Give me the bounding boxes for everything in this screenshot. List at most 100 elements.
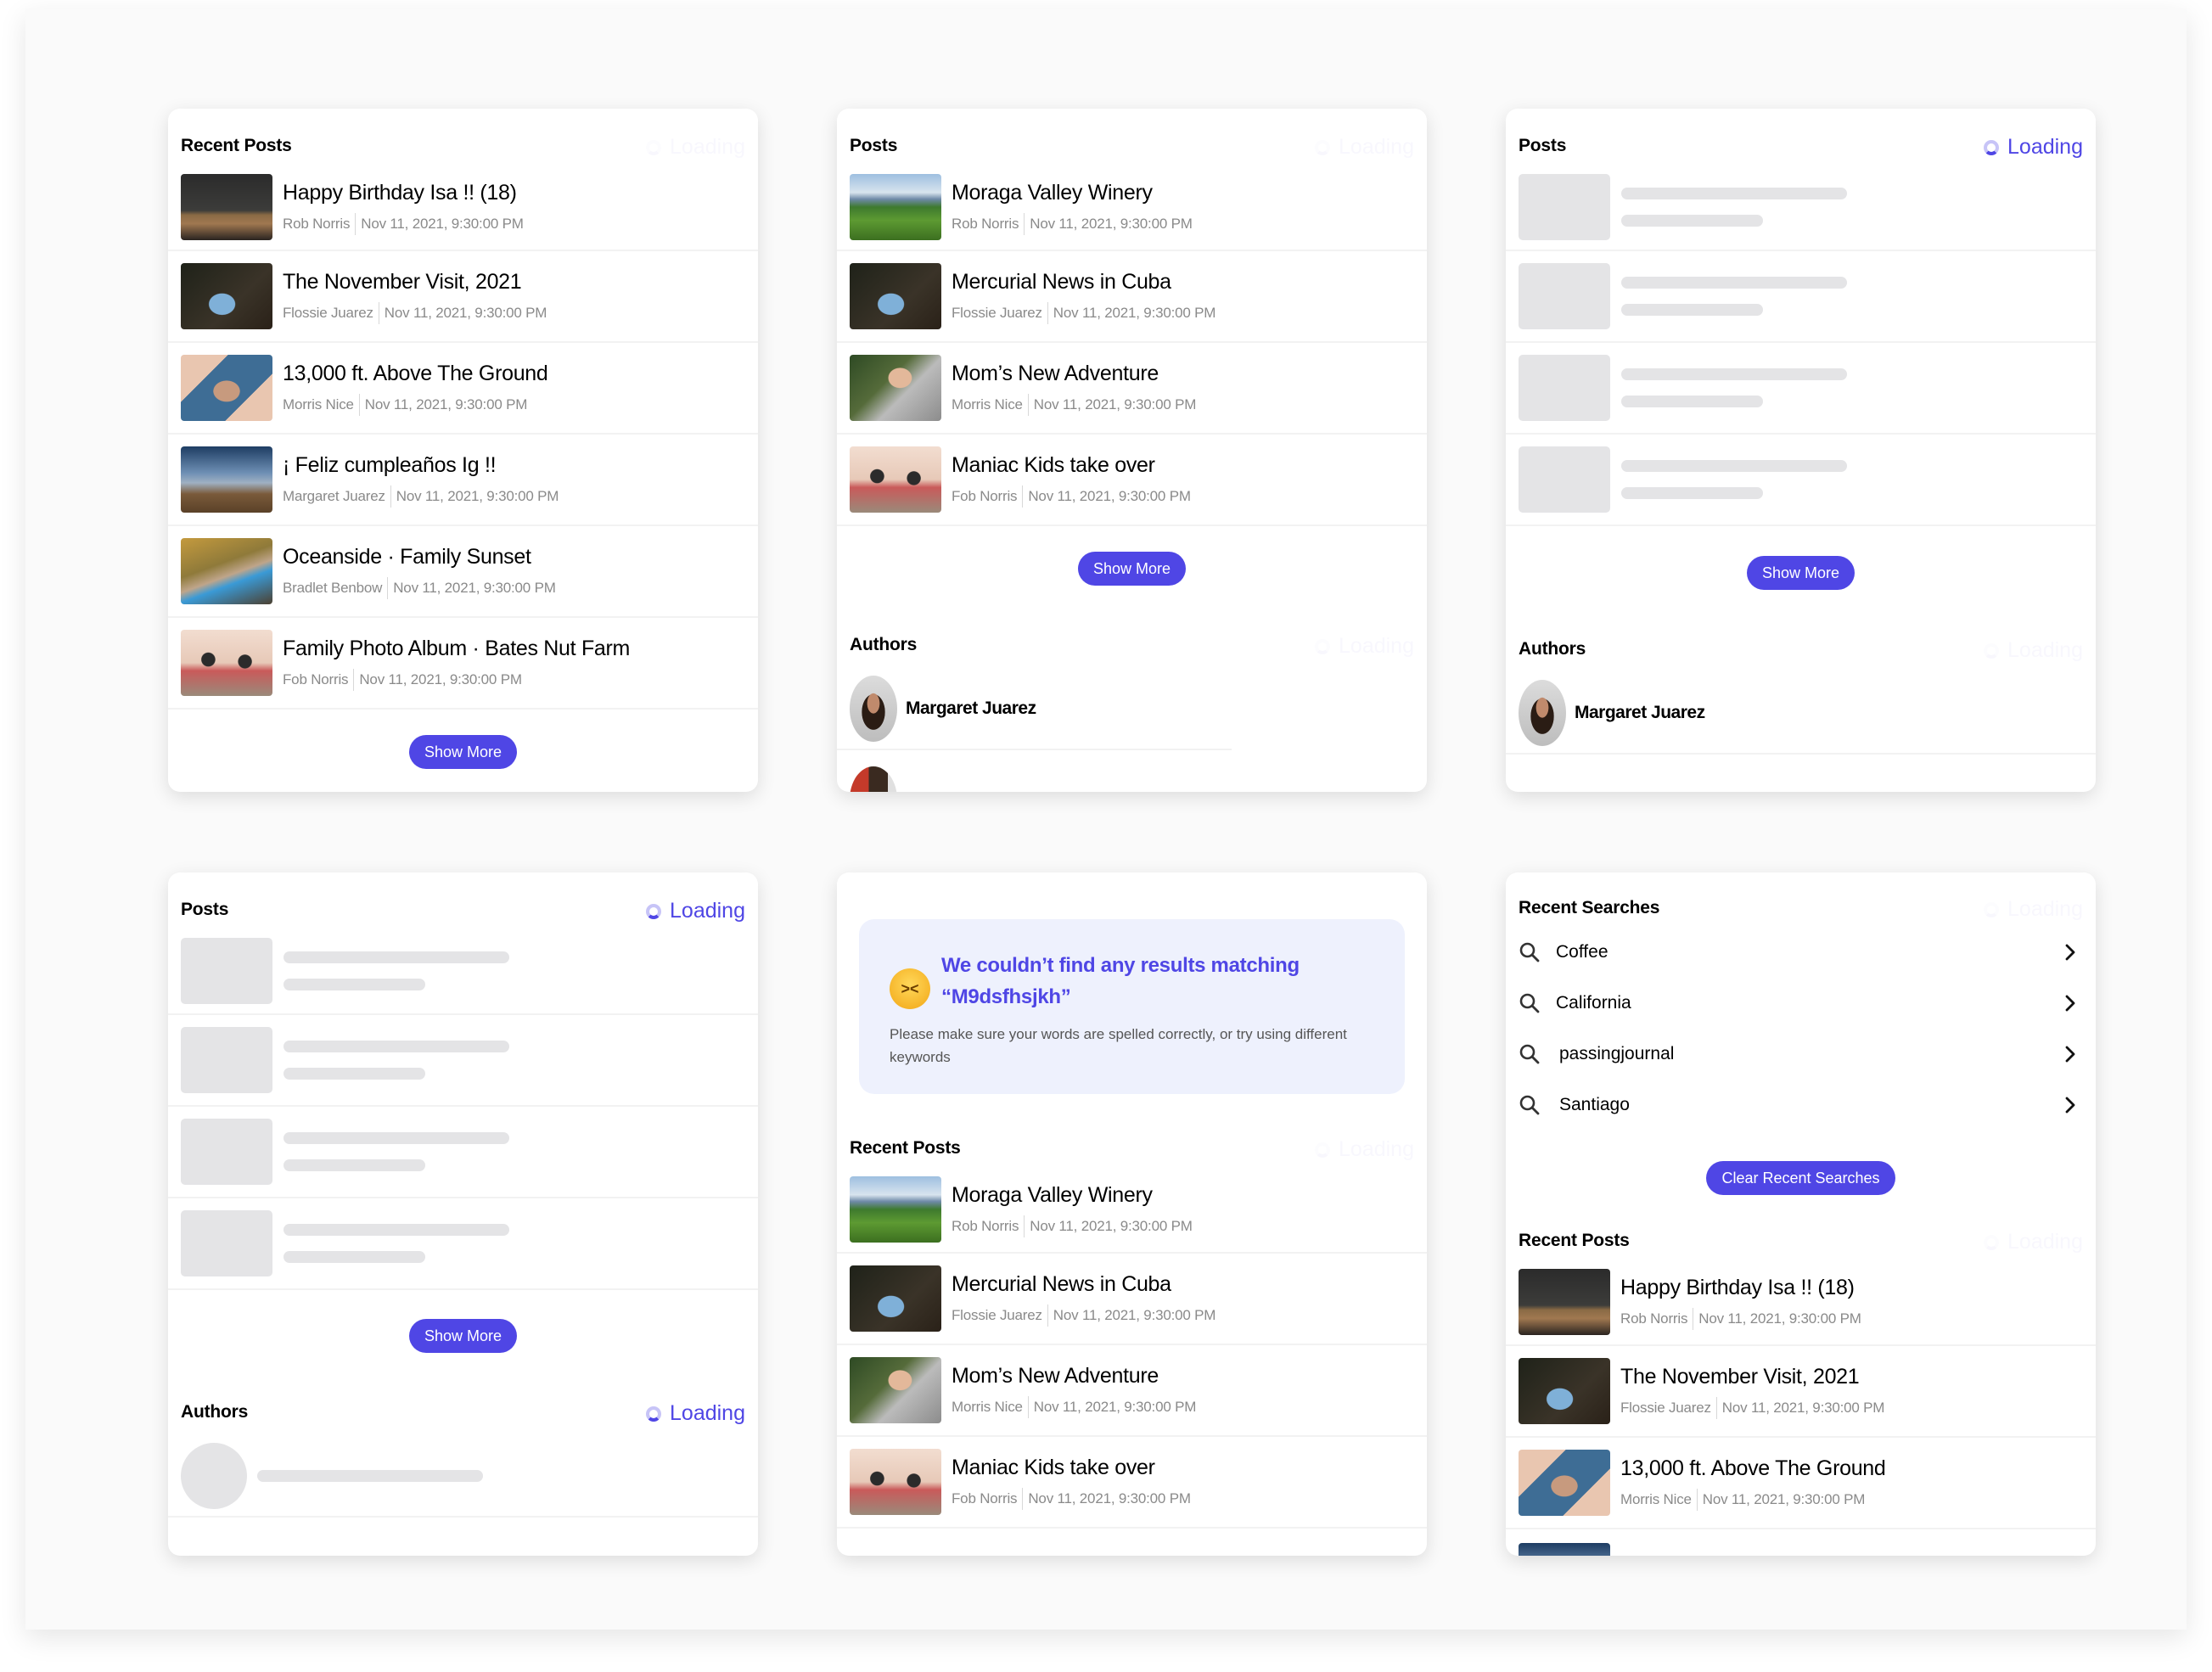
section-header: Recent Searches Loading bbox=[1506, 872, 2096, 927]
post-item[interactable]: Mercurial News in Cuba Flossie Juarez Nov … bbox=[837, 251, 1427, 343]
clear-recent-searches-button[interactable]: Clear Recent Searches bbox=[1706, 1161, 1895, 1195]
recent-search-item[interactable]: passingjournal bbox=[1506, 1029, 2096, 1080]
recent-posts-card: Recent Posts Loading Happy Birthday Isa … bbox=[168, 109, 758, 792]
loading-indicator: Loading bbox=[1315, 135, 1414, 165]
post-item[interactable]: Mom’s New Adventure Morris Nice Nov 11, 20… bbox=[837, 343, 1427, 435]
post-author: Rob Norris bbox=[952, 1217, 1019, 1234]
post-title: Mom’s New Adventure bbox=[952, 1363, 1159, 1388]
search-icon bbox=[1519, 942, 1540, 962]
author-item[interactable]: Margaret Juarez bbox=[837, 669, 1232, 750]
section-title: Authors bbox=[850, 635, 918, 654]
skeleton-row bbox=[1506, 435, 2096, 526]
post-item[interactable]: Mom’s New Adventure Morris Nice Nov 11, 20… bbox=[837, 1345, 1427, 1437]
author-item[interactable]: Margaret Juarez bbox=[1506, 673, 2096, 755]
post-date: Nov 11, 2021, 9:30:00 PM bbox=[1053, 1306, 1216, 1323]
loading-indicator: Loading bbox=[1984, 897, 2083, 927]
post-item[interactable]: The November Visit, 2021 Flossie Juarez No… bbox=[168, 251, 758, 343]
post-author: Morris Nice bbox=[283, 396, 354, 412]
post-title: Happy Birthday Isa !! (18) bbox=[283, 180, 517, 205]
recent-search-item[interactable]: Santiago bbox=[1506, 1080, 2096, 1131]
divider bbox=[1027, 1395, 1029, 1418]
post-date: Nov 11, 2021, 9:30:00 PM bbox=[364, 396, 528, 412]
post-date: Nov 11, 2021, 9:30:00 PM bbox=[1053, 304, 1216, 321]
post-date: Nov 11, 2021, 9:30:00 PM bbox=[396, 487, 559, 504]
posts-loading-card: Posts Loading Show More Authors Loading … bbox=[1506, 109, 2096, 792]
loading-indicator: Loading bbox=[1315, 1137, 1414, 1167]
post-item[interactable]: Moraga Valley Winery Rob Norris Nov 11, 20… bbox=[837, 165, 1427, 251]
post-thumbnail bbox=[850, 1265, 941, 1332]
section-header: Recent Posts Loading bbox=[168, 109, 758, 165]
post-thumbnail bbox=[850, 1357, 941, 1423]
post-item[interactable]: Mercurial News in Cuba Flossie Juarez Nov … bbox=[837, 1254, 1427, 1345]
chevron-right-icon bbox=[2065, 944, 2075, 961]
post-item[interactable]: Happy Birthday Isa !! (18) Rob Norris Nov … bbox=[1506, 1260, 2096, 1346]
search-icon bbox=[1519, 993, 1540, 1013]
loading-indicator: Loading bbox=[1984, 638, 2083, 668]
divider bbox=[1696, 1488, 1698, 1511]
loading-indicator: Loading bbox=[1984, 135, 2083, 165]
post-date: Nov 11, 2021, 9:30:00 PM bbox=[393, 579, 556, 596]
post-date: Nov 11, 2021, 9:30:00 PM bbox=[1721, 1399, 1885, 1416]
show-more-button[interactable]: Show More bbox=[408, 1319, 518, 1353]
post-title: Moraga Valley Winery bbox=[952, 1182, 1153, 1207]
avatar bbox=[850, 676, 897, 742]
divider bbox=[1027, 393, 1029, 416]
author-item[interactable] bbox=[837, 759, 1427, 792]
divider bbox=[390, 485, 391, 508]
post-item[interactable] bbox=[1506, 1529, 2096, 1556]
post-thumbnail bbox=[850, 1449, 941, 1515]
show-more-button[interactable]: Show More bbox=[1077, 552, 1187, 586]
post-thumbnail bbox=[850, 446, 941, 513]
section-header: Authors Loading bbox=[168, 1353, 758, 1431]
skeleton-avatar bbox=[181, 1443, 247, 1509]
post-item[interactable]: ¡ Feliz cumpleaños Ig !! Margaret Juarez N… bbox=[168, 435, 758, 526]
post-thumbnail bbox=[181, 446, 272, 513]
post-item[interactable]: Family Photo Album · Bates Nut Farm Fob N… bbox=[168, 618, 758, 710]
post-title: 13,000 ft. Above The Ground bbox=[1620, 1456, 1886, 1480]
post-date: Nov 11, 2021, 9:30:00 PM bbox=[359, 670, 522, 687]
show-more-button[interactable]: Show More bbox=[1746, 556, 1855, 590]
show-more-button[interactable]: Show More bbox=[408, 735, 518, 769]
post-author: Flossie Juarez bbox=[952, 1306, 1042, 1323]
post-thumbnail bbox=[181, 630, 272, 696]
recent-search-item[interactable]: California bbox=[1506, 978, 2096, 1029]
post-date: Nov 11, 2021, 9:30:00 PM bbox=[1030, 1217, 1193, 1234]
skeleton-line bbox=[1621, 188, 1847, 199]
loading-indicator: Loading bbox=[646, 899, 745, 929]
spinner-icon bbox=[1315, 639, 1330, 654]
section-title: Posts bbox=[1519, 136, 1567, 155]
search-term: California bbox=[1556, 993, 1631, 1013]
post-title: Happy Birthday Isa !! (18) bbox=[1620, 1275, 1855, 1299]
post-author: Rob Norris bbox=[283, 215, 351, 232]
post-item[interactable]: Maniac Kids take over Fob Norris Nov 11, 2… bbox=[837, 435, 1427, 526]
post-item[interactable]: Moraga Valley Winery Rob Norris Nov 11, 20… bbox=[837, 1167, 1427, 1254]
skeleton-author bbox=[168, 1436, 758, 1518]
post-title: Mom’s New Adventure bbox=[952, 361, 1159, 385]
section-title: Posts bbox=[181, 900, 229, 919]
post-item[interactable]: The November Visit, 2021 Flossie Juarez No… bbox=[1506, 1346, 2096, 1438]
post-item[interactable]: 13,000 ft. Above The Ground Morris Nice No… bbox=[168, 343, 758, 435]
spinner-icon bbox=[1984, 1235, 1999, 1250]
post-thumbnail bbox=[1519, 1269, 1610, 1335]
post-item[interactable]: 13,000 ft. Above The Ground Morris Nice No… bbox=[1506, 1438, 2096, 1529]
post-thumbnail bbox=[850, 174, 941, 240]
section-title: Posts bbox=[850, 136, 898, 155]
search-term: passingjournal bbox=[1559, 1044, 1675, 1063]
divider bbox=[1047, 1304, 1048, 1327]
post-thumbnail bbox=[1519, 1450, 1610, 1516]
search-query: “M9dsfhsjkh” bbox=[941, 985, 1071, 1008]
post-title: Mercurial News in Cuba bbox=[952, 269, 1171, 294]
post-item[interactable]: Maniac Kids take over Fob Norris Nov 11, 2… bbox=[837, 1437, 1427, 1529]
post-item[interactable]: Happy Birthday Isa !! (18) Rob Norris Nov … bbox=[168, 165, 758, 251]
post-date: Nov 11, 2021, 9:30:00 PM bbox=[1033, 396, 1197, 412]
post-author: Flossie Juarez bbox=[952, 304, 1042, 321]
spinner-icon bbox=[1315, 1142, 1330, 1158]
spinner-icon bbox=[1984, 643, 1999, 659]
skeleton-line bbox=[1621, 304, 1763, 316]
post-date: Nov 11, 2021, 9:30:00 PM bbox=[1698, 1310, 1861, 1327]
skeleton-line bbox=[1621, 277, 1847, 289]
skeleton-row bbox=[1506, 251, 2096, 343]
post-item[interactable]: Oceanside · Family Sunset Bradlet Benbow N… bbox=[168, 526, 758, 618]
skeleton-thumbnail bbox=[1519, 263, 1610, 329]
recent-search-item[interactable]: Coffee bbox=[1506, 927, 2096, 978]
